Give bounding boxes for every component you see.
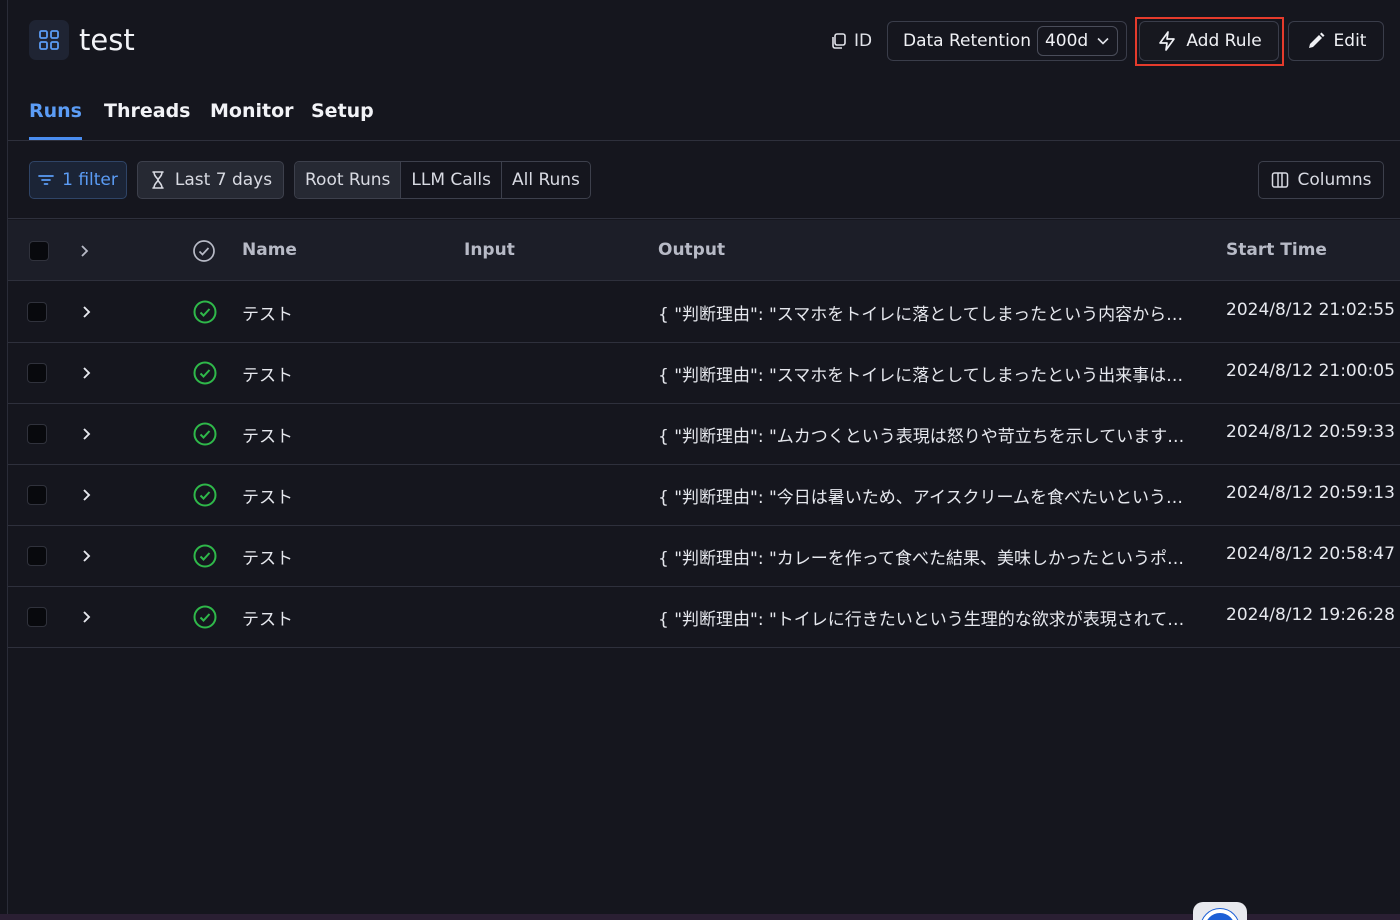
chevron-right-icon[interactable] — [79, 549, 93, 563]
columns-button[interactable]: Columns — [1258, 161, 1384, 199]
run-output: { "判断理由": "スマホをトイレに落としてしまったという出来事は… — [658, 366, 1184, 386]
row-checkbox[interactable] — [27, 302, 47, 322]
chevron-right-icon[interactable] — [79, 305, 93, 319]
grid-icon — [29, 20, 69, 60]
chevron-down-icon — [1097, 37, 1109, 45]
table-row[interactable]: テスト { "判断理由": "カレーを作って食べた結果、美味しかったというポ… 20… — [8, 526, 1400, 587]
bottom-strip — [0, 914, 1400, 920]
run-start-time: 2024/8/12 21:00:05 — [1226, 361, 1395, 381]
date-label: Last 7 days — [174, 170, 273, 190]
run-name: テスト — [242, 427, 293, 447]
chevron-right-icon[interactable] — [77, 244, 91, 258]
tab-runs[interactable]: Runs — [29, 100, 82, 140]
check-circle-icon — [193, 605, 217, 629]
data-retention-control: Data Retention 400d — [887, 21, 1127, 61]
run-start-time: 2024/8/12 20:58:47 — [1226, 544, 1395, 564]
column-header-input[interactable]: Input — [464, 240, 515, 260]
project-header: test ID Data Retention 400d Add Rule Edi… — [8, 0, 1400, 80]
tab-threads[interactable]: Threads — [104, 100, 190, 140]
tab-monitor[interactable]: Monitor — [210, 100, 294, 140]
run-name: テスト — [242, 366, 293, 386]
pencil-icon — [1308, 32, 1325, 48]
column-header-start-time[interactable]: Start Time — [1226, 240, 1327, 260]
run-name: テスト — [242, 610, 293, 630]
help-icon — [1201, 909, 1239, 920]
filter-label: 1 filter — [62, 170, 118, 190]
run-name: テスト — [242, 488, 293, 508]
chevron-right-icon[interactable] — [79, 610, 93, 624]
check-circle-icon — [193, 361, 217, 385]
runs-toolbar: 1 filter Last 7 days Root Runs LLM Calls… — [8, 141, 1400, 219]
chevron-right-icon[interactable] — [79, 366, 93, 380]
help-widget-button[interactable] — [1193, 902, 1247, 920]
segment-root-runs[interactable]: Root Runs — [295, 162, 402, 198]
app-frame: test ID Data Retention 400d Add Rule Edi… — [7, 0, 1400, 914]
retention-select[interactable]: 400d — [1036, 26, 1119, 56]
row-checkbox[interactable] — [27, 607, 47, 627]
date-range-button[interactable]: Last 7 days — [137, 161, 284, 199]
table-row[interactable]: テスト { "判断理由": "スマホをトイレに落としてしまったという内容から… 20… — [8, 282, 1400, 343]
columns-label: Columns — [1297, 170, 1372, 190]
select-all-checkbox[interactable] — [29, 241, 49, 261]
check-circle-icon — [193, 240, 215, 262]
run-start-time: 2024/8/12 21:02:55 — [1226, 300, 1395, 320]
check-circle-icon — [193, 544, 217, 568]
edit-label: Edit — [1333, 31, 1367, 51]
chevron-right-icon[interactable] — [79, 427, 93, 441]
run-output: { "判断理由": "ムカつくという表現は怒りや苛立ちを示しています… — [658, 427, 1185, 447]
table-row[interactable]: テスト { "判断理由": "スマホをトイレに落としてしまったという出来事は… 20… — [8, 343, 1400, 404]
column-header-name[interactable]: Name — [242, 240, 297, 260]
run-start-time: 2024/8/12 20:59:33 — [1226, 422, 1395, 442]
columns-icon — [1271, 172, 1288, 188]
tab-setup[interactable]: Setup — [311, 100, 374, 140]
run-type-segmented-control: Root Runs LLM Calls All Runs — [294, 161, 591, 199]
run-output: { "判断理由": "カレーを作って食べた結果、美味しかったというポ… — [658, 549, 1184, 569]
table-row[interactable]: テスト { "判断理由": "今日は暑いため、アイスクリームを食べたいという… 20… — [8, 465, 1400, 526]
run-start-time: 2024/8/12 19:26:28 — [1226, 605, 1395, 625]
check-circle-icon — [193, 483, 217, 507]
copy-icon — [832, 33, 846, 49]
run-start-time: 2024/8/12 20:59:13 — [1226, 483, 1395, 503]
segment-llm-calls[interactable]: LLM Calls — [401, 162, 502, 198]
retention-value: 400d — [1044, 31, 1089, 51]
column-header-output[interactable]: Output — [658, 240, 725, 260]
row-checkbox[interactable] — [27, 363, 47, 383]
row-checkbox[interactable] — [27, 485, 47, 505]
row-checkbox[interactable] — [27, 424, 47, 444]
segment-all-runs[interactable]: All Runs — [502, 162, 590, 198]
tab-bar: Runs Threads Monitor Setup — [8, 80, 1400, 141]
row-checkbox[interactable] — [27, 546, 47, 566]
project-title: test — [79, 23, 135, 57]
hourglass-icon — [152, 171, 164, 189]
table-header: Name Input Output Start Time — [8, 220, 1400, 281]
filter-button[interactable]: 1 filter — [29, 161, 127, 199]
lightning-icon — [1159, 31, 1176, 51]
chevron-right-icon[interactable] — [79, 488, 93, 502]
add-rule-label: Add Rule — [1186, 31, 1262, 51]
table-row[interactable]: テスト { "判断理由": "ムカつくという表現は怒りや苛立ちを示しています… 20… — [8, 404, 1400, 465]
run-output: { "判断理由": "今日は暑いため、アイスクリームを食べたいという… — [658, 488, 1183, 508]
run-name: テスト — [242, 549, 293, 569]
filter-icon — [38, 175, 54, 185]
check-circle-icon — [193, 422, 217, 446]
id-label: ID — [854, 31, 873, 51]
run-output: { "判断理由": "スマホをトイレに落としてしまったという内容から… — [658, 305, 1184, 325]
retention-label: Data Retention — [903, 31, 1031, 51]
table-row[interactable]: テスト { "判断理由": "トイレに行きたいという生理的な欲求が表現されて… 20… — [8, 587, 1400, 648]
run-output: { "判断理由": "トイレに行きたいという生理的な欲求が表現されて… — [658, 610, 1185, 630]
run-name: テスト — [242, 305, 293, 325]
check-circle-icon — [193, 300, 217, 324]
add-rule-button[interactable]: Add Rule — [1139, 21, 1279, 61]
edit-button[interactable]: Edit — [1288, 21, 1384, 61]
copy-id-button[interactable]: ID — [830, 26, 872, 56]
